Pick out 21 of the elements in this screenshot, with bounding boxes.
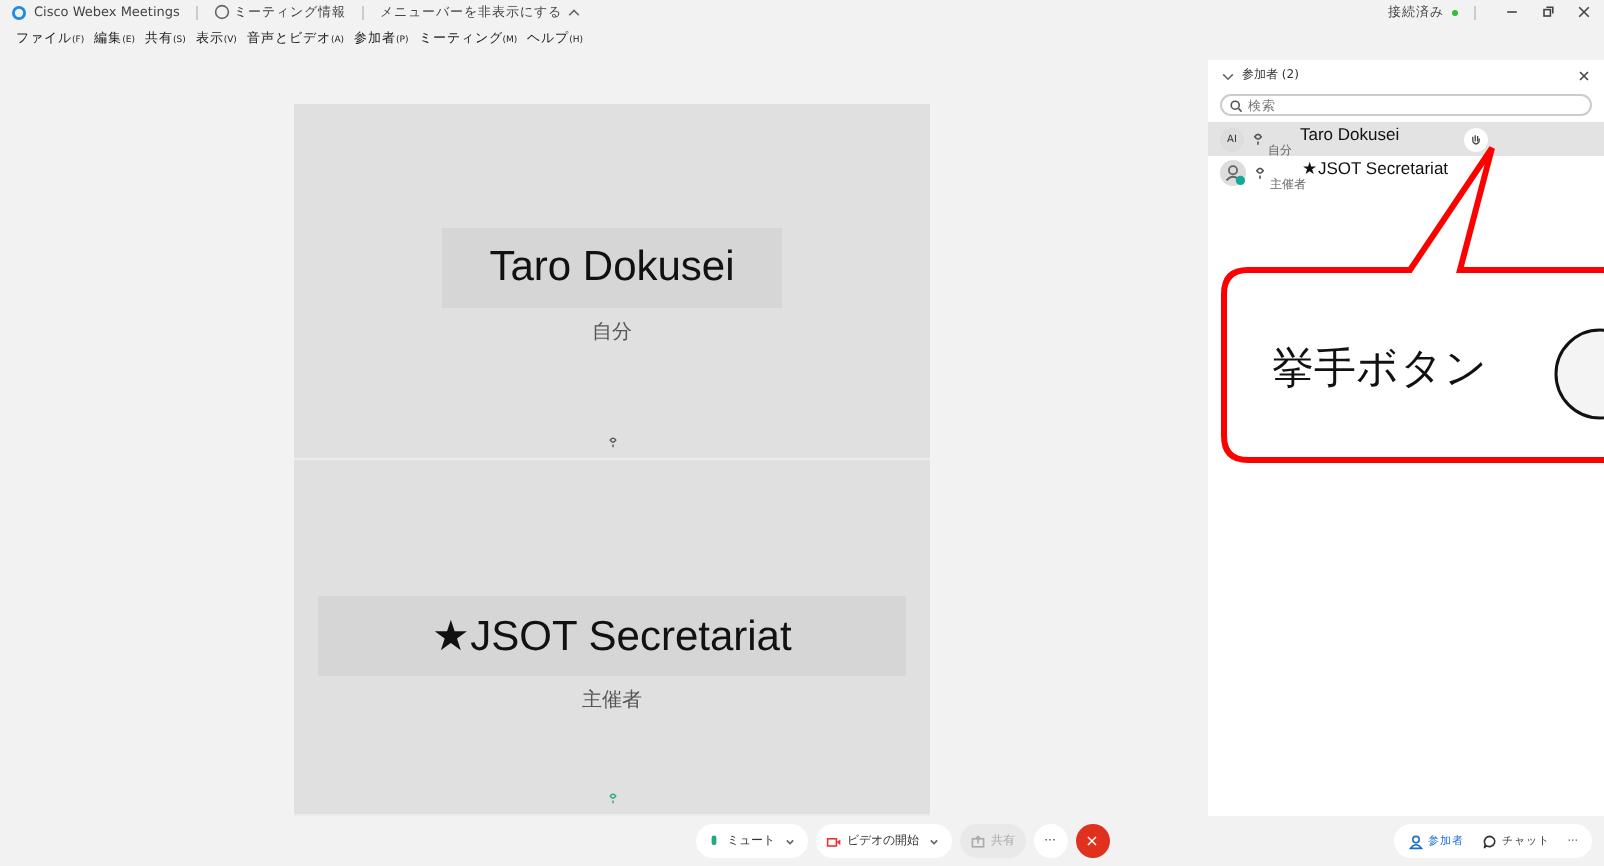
participant-name: ★JSOT Secretariat <box>1302 158 1449 178</box>
share-icon <box>969 833 985 849</box>
participant-name: Taro Dokusei <box>1300 124 1400 146</box>
callout-text: 挙手ボタン <box>1272 342 1488 396</box>
participant-name-label: Taro Dokusei <box>442 228 782 308</box>
person-icon <box>1407 833 1424 849</box>
person-avatar-icon <box>1220 160 1246 186</box>
chat-bubble-icon <box>1481 833 1498 849</box>
end-meeting-button[interactable]: × <box>1075 824 1109 858</box>
participant-role: 自分 <box>592 320 632 346</box>
restore-icon[interactable] <box>1540 4 1556 20</box>
close-icon[interactable] <box>1576 4 1592 20</box>
status-dot-icon <box>1452 9 1458 15</box>
participant-name-label: ★JSOT Secretariat <box>318 596 906 676</box>
hand-icon <box>1468 131 1484 147</box>
raise-hand-button[interactable] <box>1464 127 1488 151</box>
camera-icon <box>825 833 841 849</box>
close-icon[interactable] <box>1576 67 1592 83</box>
participant-role: 主催者 <box>582 687 642 714</box>
search-icon <box>1228 97 1244 113</box>
caret-icon <box>565 4 582 20</box>
